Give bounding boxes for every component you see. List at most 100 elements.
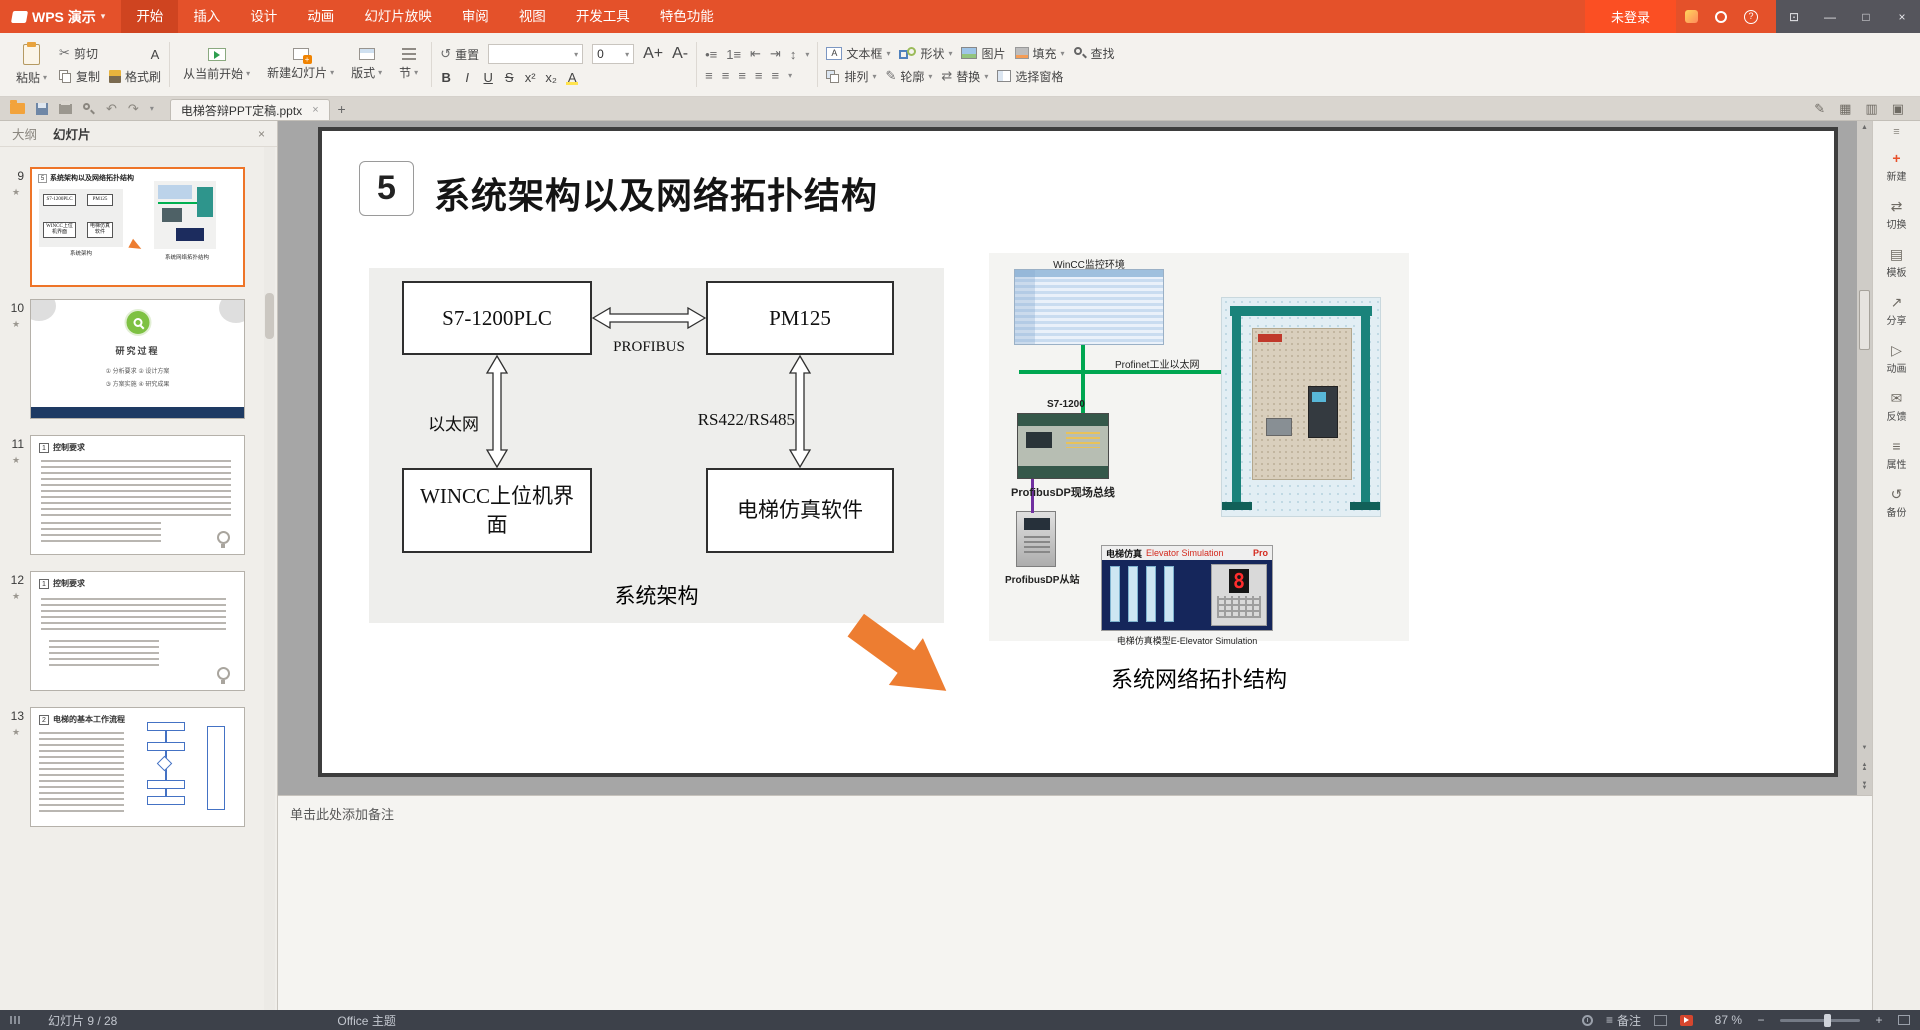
architecture-diagram[interactable]: S7-1200PLC PM125 WINCC上位机界面 电梯仿真软件 PROFI…	[369, 268, 944, 623]
tab-slideshow[interactable]: 幻灯片放映	[349, 0, 447, 33]
slide-title[interactable]: 系统架构以及网络拓扑结构	[434, 167, 878, 219]
window-layout-button[interactable]: ⊡	[1776, 0, 1812, 33]
label-rs485[interactable]: RS422/RS485	[685, 410, 795, 430]
diagram-box-plc[interactable]: S7-1200PLC	[402, 281, 592, 355]
paste-button[interactable]: 粘贴▾	[11, 42, 52, 88]
notes-pane[interactable]: 单击此处添加备注	[278, 795, 1872, 1010]
align-right-button[interactable]: ≡	[738, 68, 746, 83]
diagram-box-sim[interactable]: 电梯仿真软件	[706, 468, 894, 553]
textbox-button[interactable]: A文本框▾	[826, 45, 890, 62]
zoom-value[interactable]: 87 %	[1706, 1013, 1742, 1027]
diagram-box-wincc[interactable]: WINCC上位机界面	[402, 468, 592, 553]
diagram-box-pm125[interactable]: PM125	[706, 281, 894, 355]
thumbnail-preview[interactable]: 1控制要求	[30, 571, 245, 691]
decrease-font-button[interactable]: A-	[672, 45, 688, 63]
scrollbar-thumb[interactable]	[265, 293, 274, 339]
layout-button[interactable]: 版式▾	[346, 46, 387, 83]
save-icon[interactable]	[36, 103, 48, 115]
sidebar-item-feedback[interactable]: ✉反馈	[1873, 383, 1920, 431]
slide-thumbnail-13[interactable]: 13 ★ 2电梯的基本工作流程	[0, 707, 278, 829]
new-slide-button[interactable]: + 新建幻灯片▾	[262, 46, 339, 83]
decrease-indent-button[interactable]: ⇤	[750, 46, 761, 62]
increase-font-button[interactable]: A+	[643, 45, 663, 63]
tab-features[interactable]: 特色功能	[645, 0, 729, 33]
numbered-list-button[interactable]: 1≡	[726, 47, 741, 62]
previous-slide-button[interactable]: ▲▲	[1857, 758, 1872, 777]
sidebar-item-share[interactable]: ↗分享	[1873, 287, 1920, 335]
bold-button[interactable]: B	[440, 70, 452, 85]
font-color-button[interactable]: A	[104, 47, 206, 97]
arrange-button[interactable]: 排列▾	[826, 68, 876, 85]
minimize-button[interactable]: —	[1812, 0, 1848, 33]
app-logo[interactable]: WPS 演示 ▾	[0, 0, 117, 33]
tab-design[interactable]: 设计	[235, 0, 292, 33]
chevron-down-icon[interactable]: ▾	[150, 104, 154, 113]
slide-thumbnail-12[interactable]: 12 ★ 1控制要求	[0, 571, 278, 693]
superscript-button[interactable]: x²	[524, 70, 536, 85]
tab-slides[interactable]: 幻灯片	[53, 124, 91, 143]
next-slide-button[interactable]: ▼▼	[1857, 776, 1872, 795]
print-icon[interactable]	[59, 104, 72, 114]
align-left-button[interactable]: ≡	[705, 68, 713, 83]
picture-button[interactable]: 图片	[961, 45, 1005, 62]
thumbnail-preview[interactable]: 1控制要求	[30, 435, 245, 555]
slideshow-button[interactable]	[1680, 1015, 1693, 1026]
sidebar-collapse-icon[interactable]: ≡	[1873, 121, 1920, 143]
thumbnail-preview[interactable]: 2电梯的基本工作流程	[30, 707, 245, 827]
canvas-scrollbar[interactable]: ▲ ▼ ▲▲ ▼▼	[1857, 121, 1872, 795]
close-panel-icon[interactable]: ×	[258, 127, 265, 141]
tab-view[interactable]: 视图	[504, 0, 561, 33]
sidebar-item-switch[interactable]: ⇄切换	[1873, 191, 1920, 239]
label-profibus[interactable]: PROFIBUS	[592, 339, 706, 356]
reset-button[interactable]: ↺重置	[440, 46, 479, 63]
architecture-caption[interactable]: 系统架构	[369, 580, 944, 610]
notes-toggle-button[interactable]: ≡备注	[1606, 1012, 1641, 1029]
sidebar-item-template[interactable]: ▤模板	[1873, 239, 1920, 287]
tab-animation[interactable]: 动画	[292, 0, 349, 33]
italic-button[interactable]: I	[461, 70, 473, 85]
tab-devtools[interactable]: 开发工具	[561, 0, 645, 33]
history-clock-icon[interactable]	[1582, 1015, 1593, 1026]
strikethrough-button[interactable]: S	[503, 70, 515, 85]
maximize-button[interactable]: □	[1848, 0, 1884, 33]
align-center-button[interactable]: ≡	[722, 68, 730, 83]
highlight-color-button[interactable]: A	[566, 70, 578, 85]
close-button[interactable]: ×	[1884, 0, 1920, 33]
outline-button[interactable]: ✎轮廓▾	[885, 68, 932, 85]
tab-outline[interactable]: 大纲	[12, 124, 37, 143]
font-size-select[interactable]: 0▾	[592, 44, 634, 64]
replace-button[interactable]: ⇄替换▾	[941, 68, 988, 85]
reading-view-button[interactable]	[1654, 1015, 1667, 1026]
copy-button[interactable]: 复制	[59, 68, 100, 85]
panel-scrollbar[interactable]	[264, 147, 275, 1010]
new-tab-button[interactable]: +	[330, 97, 354, 120]
scrollbar-thumb[interactable]	[1859, 290, 1870, 350]
subscript-button[interactable]: x₂	[545, 70, 557, 85]
thumbnail-preview[interactable]: 研究过程 ① 分析要求 ② 设计方案 ③ 方案实施 ④ 研究成果	[30, 299, 245, 419]
label-ethernet[interactable]: 以太网	[405, 410, 479, 435]
slide-thumbnail-10[interactable]: 10 ★ 研究过程 ① 分析要求 ② 设计方案 ③ 方案实施 ④ 研究成果	[0, 299, 278, 421]
thumbnail-preview[interactable]: 5系统架构以及网络拓扑结构 S7-1200PLC PM125 WINCC上位机界…	[30, 167, 245, 287]
redo-icon[interactable]: ↷	[128, 101, 139, 117]
slide-number-box[interactable]: 5	[359, 161, 414, 216]
login-button[interactable]: 未登录	[1585, 0, 1676, 33]
tab-insert[interactable]: 插入	[178, 0, 235, 33]
screen-tool-icon[interactable]: ▣	[1892, 101, 1904, 117]
increase-indent-button[interactable]: ⇥	[770, 46, 781, 62]
pen-tool-icon[interactable]: ✎	[1814, 101, 1825, 117]
help-button[interactable]: ?	[1736, 0, 1766, 33]
distribute-button[interactable]: ≡	[772, 68, 780, 83]
selection-pane-button[interactable]: 选择窗格	[997, 68, 1063, 85]
find-button[interactable]: 查找	[1074, 45, 1115, 62]
slide-thumbnail-9[interactable]: 9 ★ 5系统架构以及网络拓扑结构 S7-1200PLC PM125 WINCC…	[0, 167, 278, 289]
close-tab-icon[interactable]: ×	[312, 104, 318, 116]
zoom-slider-thumb[interactable]	[1824, 1014, 1831, 1027]
slide[interactable]: 5 系统架构以及网络拓扑结构 S7-1200PLC PM125 WINCC上位机…	[318, 127, 1838, 777]
section-button[interactable]: 节▾	[394, 46, 423, 83]
scroll-down-button[interactable]: ▼	[1857, 739, 1872, 758]
fit-slide-icon[interactable]	[1898, 1015, 1910, 1025]
document-tab[interactable]: 电梯答辩PPT定稿.pptx ×	[170, 99, 330, 120]
zoom-slider[interactable]	[1780, 1019, 1860, 1022]
zoom-out-button[interactable]: −	[1755, 1013, 1767, 1027]
grid-tool-icon[interactable]: ▦	[1839, 101, 1851, 117]
